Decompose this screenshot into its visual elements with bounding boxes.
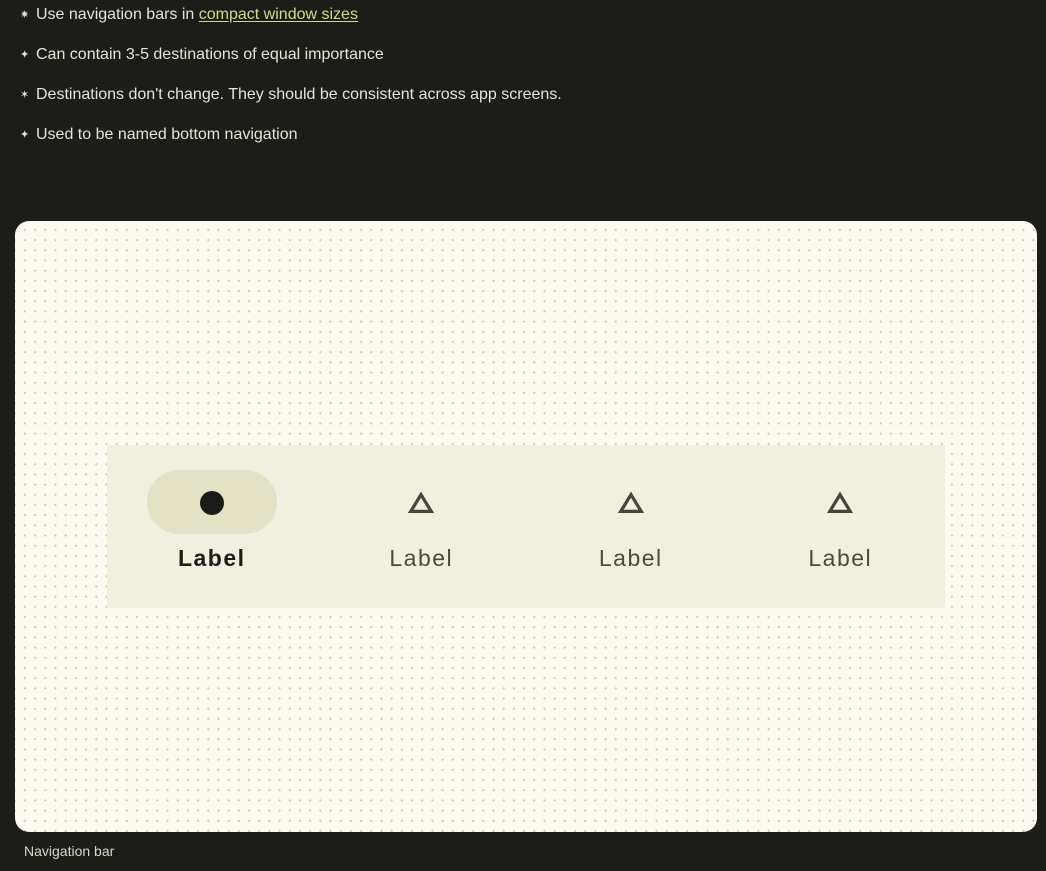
nav-item-3[interactable]: Label	[526, 445, 736, 608]
triangle-icon	[827, 491, 854, 515]
circle-icon	[199, 491, 225, 515]
guideline-list: ✷ Use navigation bars in compact window …	[20, 5, 562, 165]
nav-item-4[interactable]: Label	[736, 445, 946, 608]
nav-item-label: Label	[808, 545, 873, 571]
guideline-item: ✦ Used to be named bottom navigation	[20, 125, 562, 165]
guideline-item: ✶ Destinations don't change. They should…	[20, 85, 562, 125]
sparkle-icon: ✷	[20, 9, 30, 21]
guideline-text: Used to be named bottom navigation	[36, 126, 298, 143]
nav-item-label: Label	[177, 545, 246, 571]
guideline-text: Can contain 3-5 destinations of equal im…	[36, 46, 384, 63]
nav-item-1[interactable]: Label	[107, 445, 317, 608]
guideline-item: ✷ Use navigation bars in compact window …	[20, 5, 562, 45]
nav-item-label: Label	[598, 545, 663, 571]
sparkle-icon: ✶	[20, 89, 30, 101]
guideline-text: Use navigation bars in compact window si…	[36, 6, 358, 23]
triangle-icon	[617, 491, 644, 515]
figure-caption: Navigation bar	[24, 843, 115, 859]
guideline-item: ✦ Can contain 3-5 destinations of equal …	[20, 45, 562, 85]
sparkle-icon: ✦	[20, 49, 30, 61]
triangle-icon	[408, 491, 435, 515]
compact-window-sizes-link[interactable]: compact window sizes	[199, 6, 358, 23]
example-canvas: Label Label Label Label	[15, 221, 1037, 832]
nav-item-2[interactable]: Label	[317, 445, 527, 608]
nav-item-label: Label	[389, 545, 454, 571]
guideline-text: Destinations don't change. They should b…	[36, 86, 562, 103]
navigation-bar: Label Label Label Label	[107, 445, 945, 608]
sparkle-icon: ✦	[20, 129, 30, 141]
